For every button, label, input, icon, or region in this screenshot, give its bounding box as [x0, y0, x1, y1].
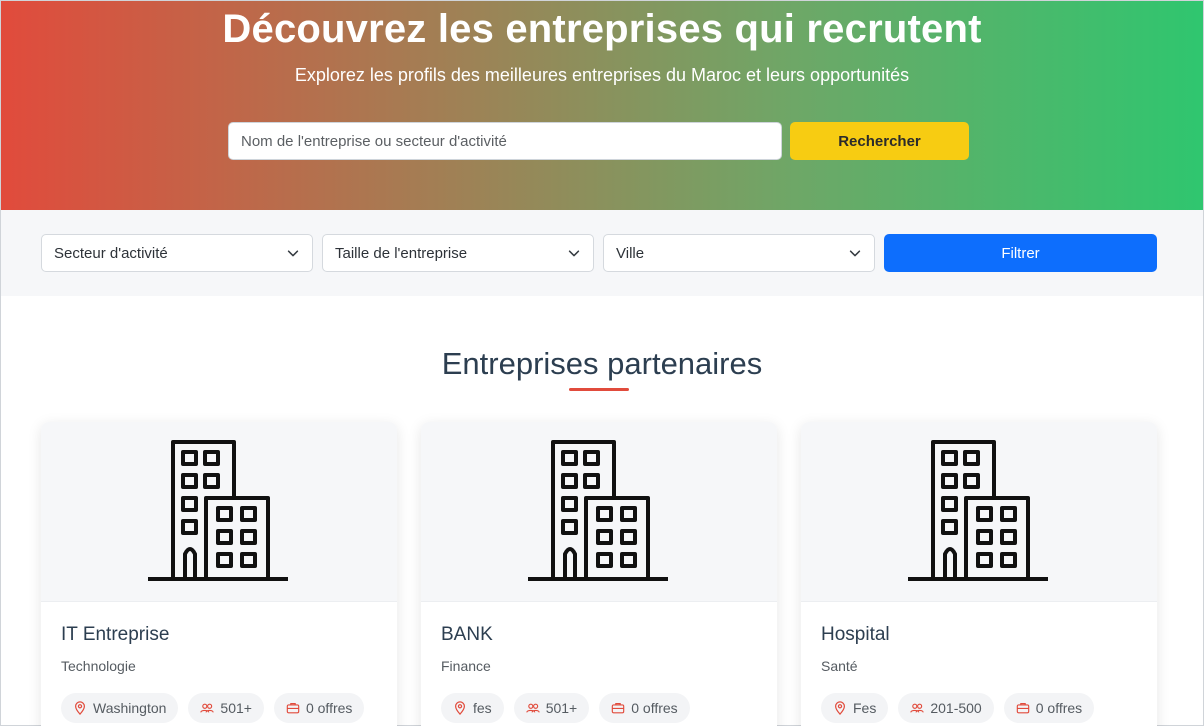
- chevron-down-icon: [849, 250, 861, 257]
- hero-title: Découvrez les entreprises qui recrutent: [222, 7, 982, 51]
- map-pin-icon: [75, 701, 85, 715]
- city-tag-label: Washington: [93, 700, 167, 716]
- building-icon: [148, 440, 288, 581]
- company-size-select-label: Taille de l'entreprise: [335, 244, 468, 262]
- offers-tag-label: 0 offres: [305, 700, 353, 716]
- title-underline: [569, 388, 629, 391]
- filter-bar: Secteur d'activité Taille de l'entrepris…: [1, 210, 1203, 296]
- map-pin-icon: [835, 701, 845, 715]
- offers-tag-label: 0 offres: [1035, 700, 1083, 716]
- briefcase-icon: [611, 703, 625, 714]
- company-logo: [801, 422, 1157, 602]
- building-icon: [908, 440, 1048, 581]
- users-icon: [910, 703, 925, 713]
- company-tags: Fes 201-500 0 offres: [821, 693, 1095, 723]
- offers-tag-label: 0 offres: [631, 700, 678, 716]
- company-logo: [421, 422, 777, 602]
- company-name[interactable]: Hospital: [821, 624, 890, 646]
- company-name[interactable]: IT Entreprise: [61, 624, 169, 646]
- company-logo: [41, 422, 397, 602]
- company-name[interactable]: BANK: [441, 624, 493, 646]
- hero-banner: Découvrez les entreprises qui recrutent …: [1, 1, 1203, 210]
- offers-tag: 0 offres: [1003, 693, 1095, 723]
- city-tag-label: Fes: [853, 700, 877, 716]
- offers-tag: 0 offres: [273, 693, 365, 723]
- city-tag: fes: [441, 693, 504, 723]
- city-tag: Fes: [821, 693, 889, 723]
- filter-button[interactable]: Filtrer: [884, 234, 1157, 272]
- users-icon: [200, 703, 215, 713]
- sector-select-label: Secteur d'activité: [54, 244, 168, 262]
- size-tag-label: 201-500: [930, 700, 982, 716]
- building-icon: [528, 440, 668, 581]
- chevron-down-icon: [287, 250, 299, 257]
- size-tag: 501+: [513, 693, 590, 723]
- size-tag: 201-500: [898, 693, 994, 723]
- company-sector: Technologie: [61, 658, 136, 674]
- size-tag-label: 501+: [545, 700, 578, 716]
- company-card[interactable]: Hospital Santé Fes 201-500 0 offres: [801, 422, 1157, 726]
- offers-tag: 0 offres: [599, 693, 690, 723]
- company-tags: fes 501+ 0 offres: [441, 693, 690, 723]
- city-tag: Washington: [61, 693, 179, 723]
- search-button[interactable]: Rechercher: [790, 122, 969, 160]
- company-search-input[interactable]: [228, 122, 782, 160]
- company-tags: Washington 501+ 0 offres: [61, 693, 365, 723]
- company-card[interactable]: BANK Finance fes 501+ 0 offres: [421, 422, 777, 726]
- section-title: Entreprises partenaires: [441, 346, 763, 381]
- chevron-down-icon: [568, 250, 580, 257]
- city-tag-label: fes: [473, 700, 492, 716]
- sector-select[interactable]: Secteur d'activité: [41, 234, 313, 272]
- hero-subtitle: Explorez les profils des meilleures entr…: [294, 65, 910, 85]
- company-size-select[interactable]: Taille de l'entreprise: [322, 234, 594, 272]
- size-tag: 501+: [188, 693, 264, 723]
- briefcase-icon: [286, 703, 300, 714]
- map-pin-icon: [455, 701, 465, 715]
- company-sector: Finance: [441, 658, 491, 674]
- briefcase-icon: [1016, 703, 1029, 714]
- users-icon: [525, 703, 540, 713]
- company-card[interactable]: IT Entreprise Technologie Washington 501…: [41, 422, 397, 726]
- city-select-label: Ville: [616, 244, 645, 262]
- company-sector: Santé: [821, 658, 858, 674]
- city-select[interactable]: Ville: [603, 234, 875, 272]
- size-tag-label: 501+: [220, 700, 252, 716]
